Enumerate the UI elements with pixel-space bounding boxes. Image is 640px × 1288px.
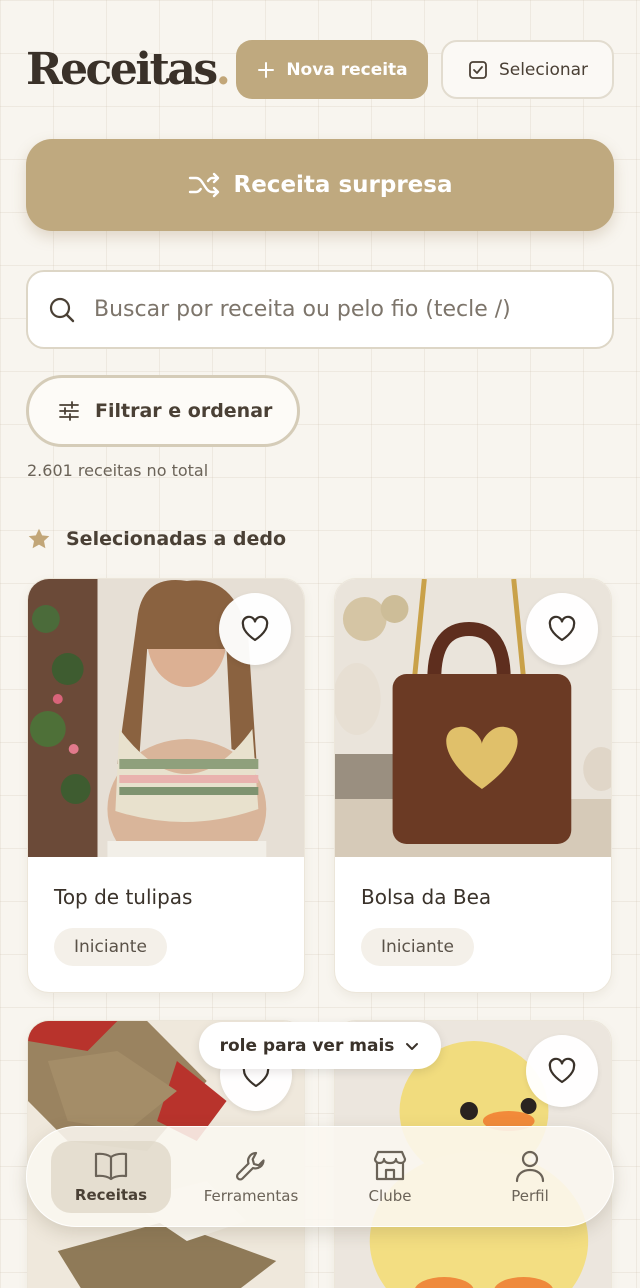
wrench-icon <box>235 1151 265 1181</box>
favorite-button[interactable] <box>526 593 598 665</box>
heart-icon <box>241 615 269 642</box>
filter-sort-button[interactable]: Filtrar e ordenar <box>26 375 300 447</box>
tab-receitas[interactable]: Receitas <box>51 1141 171 1213</box>
recipe-card[interactable]: Bolsa da Bea Iniciante <box>334 578 612 993</box>
recipe-title: Top de tulipas <box>54 885 193 909</box>
bottom-tab-bar: Receitas Ferramentas Clube Perfil <box>26 1126 614 1227</box>
shuffle-icon <box>188 172 219 198</box>
sliders-icon <box>59 401 79 421</box>
store-icon <box>373 1150 407 1181</box>
recipe-card[interactable]: Top de tulipas Iniciante <box>27 578 305 993</box>
heart-icon <box>548 615 576 642</box>
favorite-button[interactable] <box>219 593 291 665</box>
new-recipe-button[interactable]: Nova receita <box>236 40 428 99</box>
header: Receitas. Nova receita Selecionar <box>26 40 614 100</box>
level-badge: Iniciante <box>361 928 474 966</box>
user-icon <box>515 1150 545 1183</box>
surprise-recipe-button[interactable]: Receita surpresa <box>26 139 614 231</box>
page-title: Receitas. <box>26 44 231 95</box>
search-input[interactable] <box>94 297 584 322</box>
scroll-hint[interactable]: role para ver mais <box>199 1022 441 1069</box>
section-header: Selecionadas a dedo <box>26 526 286 552</box>
tab-perfil[interactable]: Perfil <box>470 1141 590 1213</box>
book-icon <box>94 1152 128 1181</box>
recipe-title: Bolsa da Bea <box>361 885 492 909</box>
favorite-button[interactable] <box>526 1035 598 1107</box>
star-icon <box>28 528 50 549</box>
level-badge: Iniciante <box>54 928 167 966</box>
select-button[interactable]: Selecionar <box>441 40 614 99</box>
tab-ferramentas[interactable]: Ferramentas <box>191 1141 311 1213</box>
plus-icon <box>258 61 275 78</box>
search-icon <box>49 297 75 322</box>
heart-icon <box>548 1057 576 1084</box>
search-bar <box>26 270 614 349</box>
tab-clube[interactable]: Clube <box>330 1141 450 1213</box>
chevron-down-icon <box>406 1042 419 1050</box>
recipe-count: 2.601 receitas no total <box>27 461 209 480</box>
checkbox-icon <box>469 60 487 79</box>
